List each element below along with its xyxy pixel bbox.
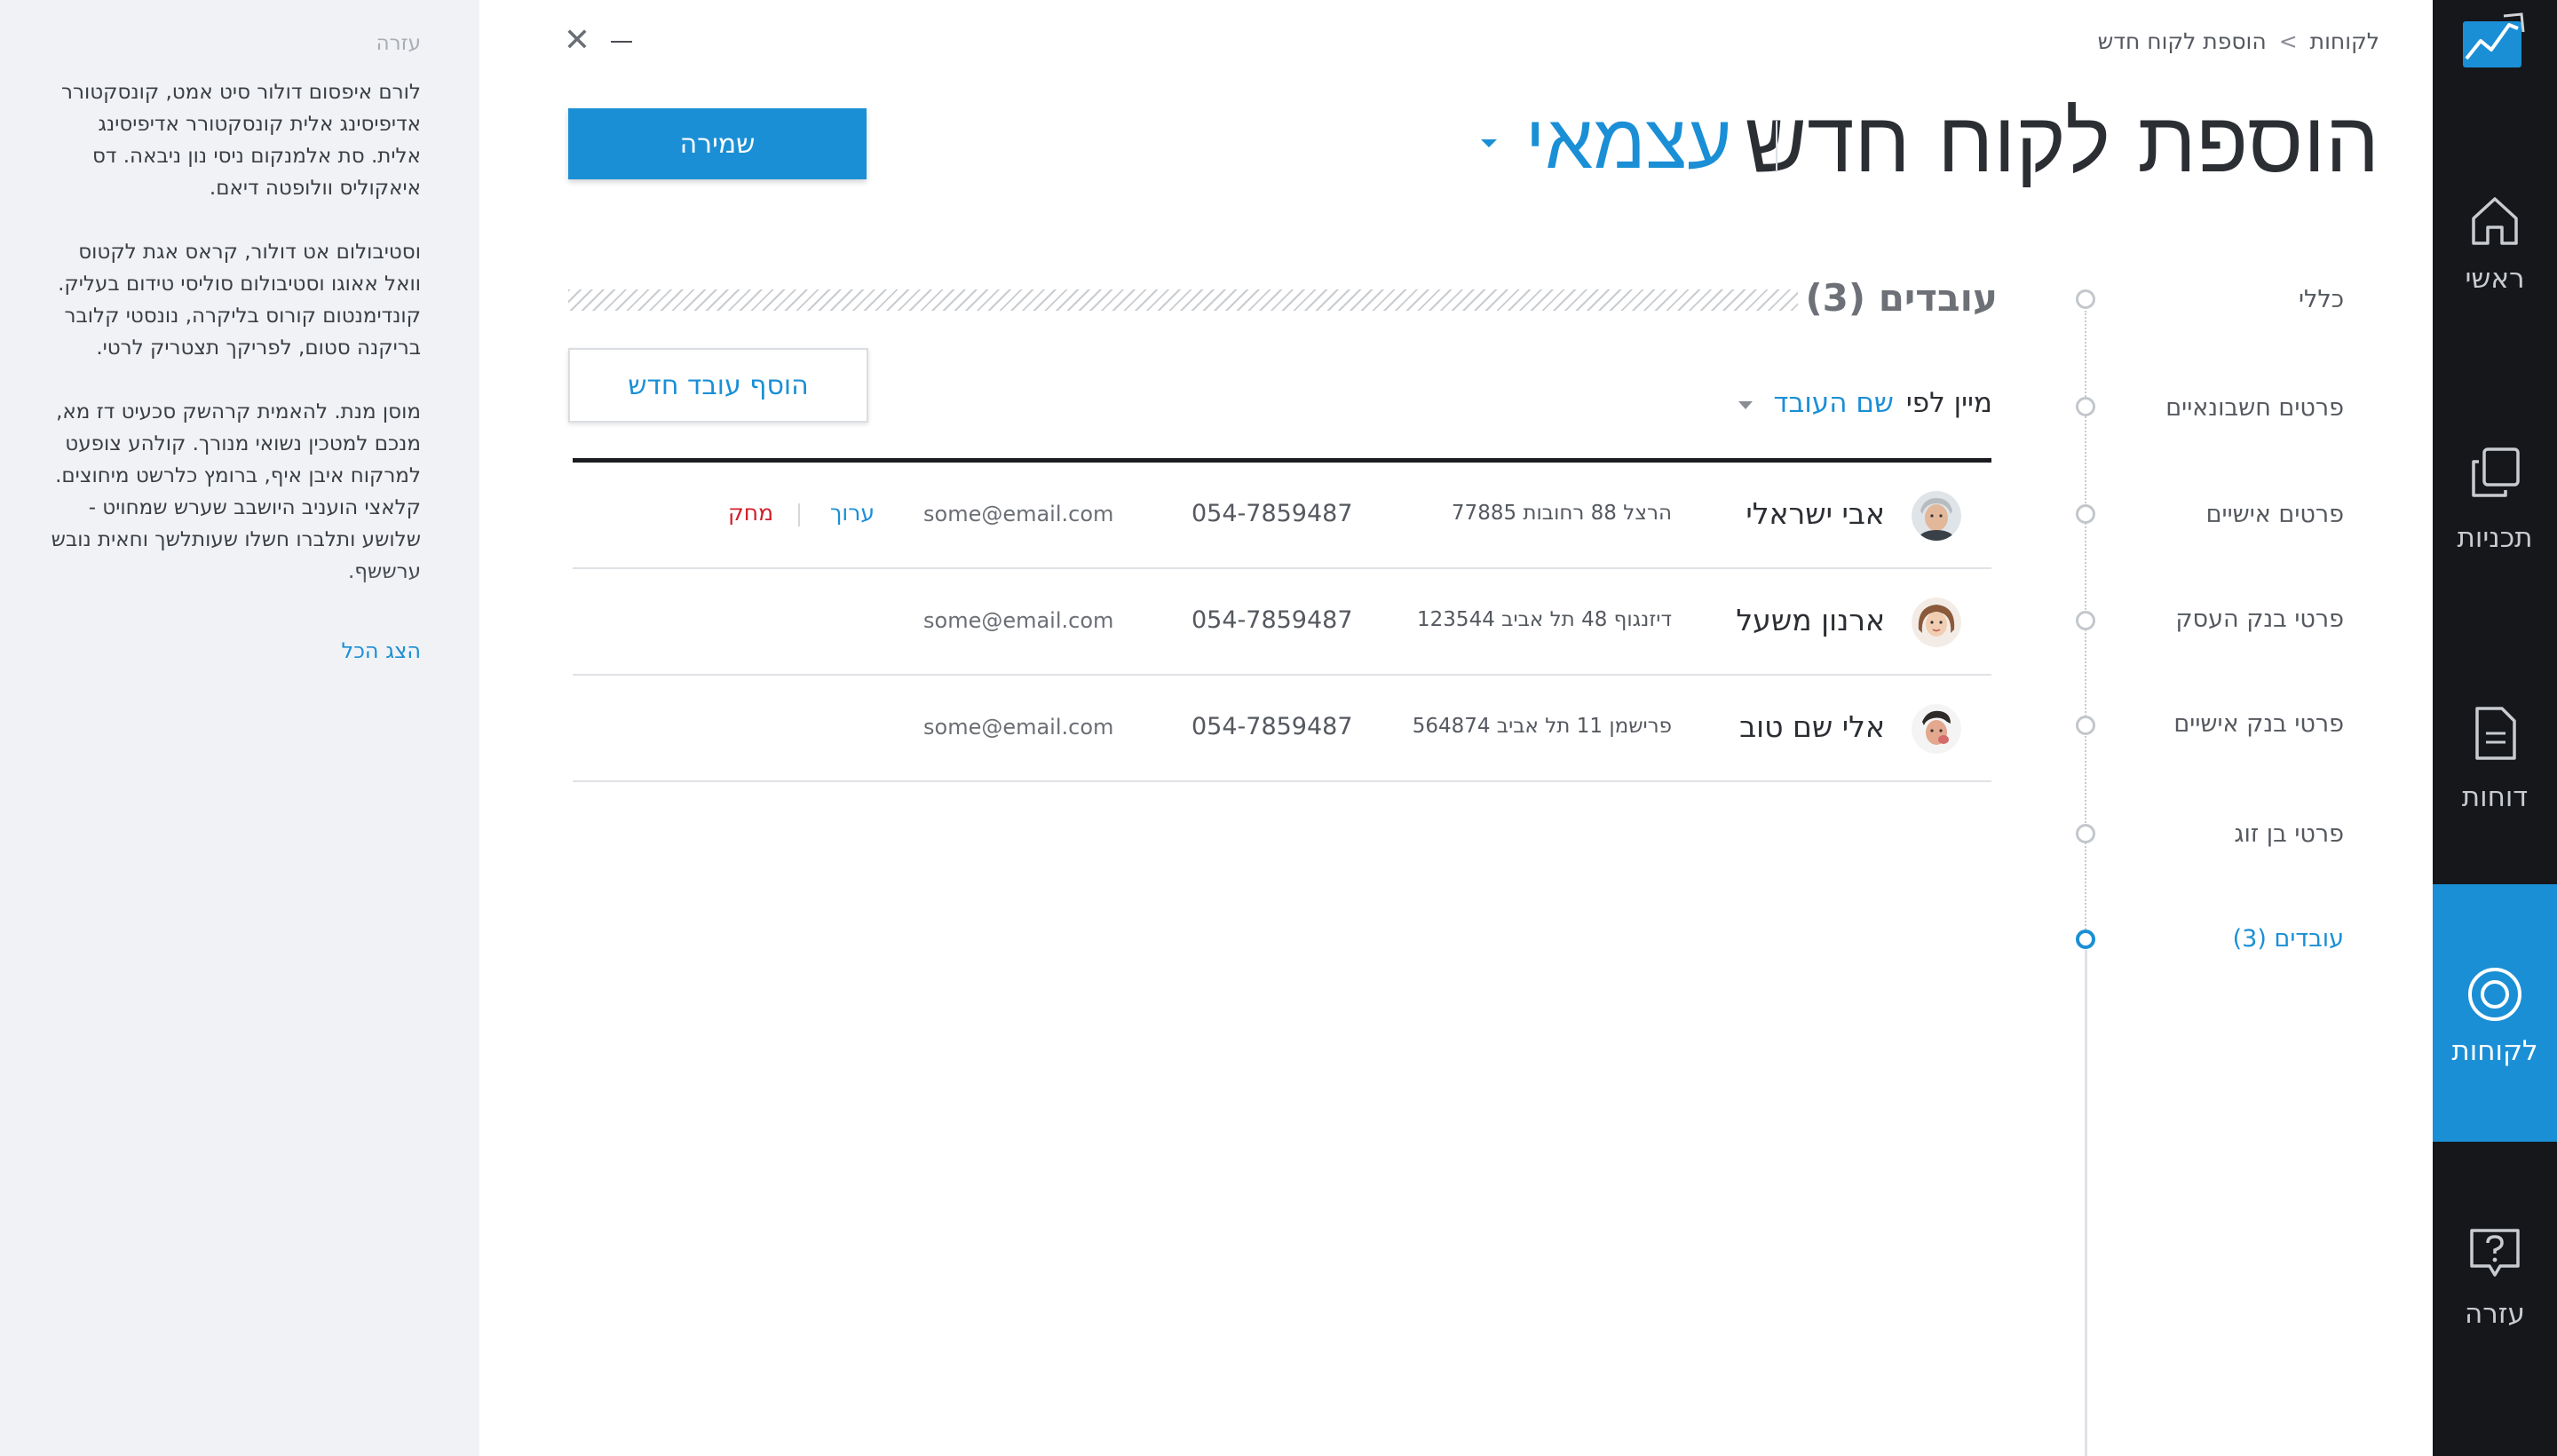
employee-name: אבי ישראלי xyxy=(1746,496,1885,531)
step-label: כללי xyxy=(2298,286,2344,313)
section-title: עובדים (3) xyxy=(1805,276,1998,320)
add-employee-button[interactable]: הוסף עובד חדש xyxy=(568,348,868,423)
steps-track xyxy=(2085,950,2087,1456)
sidebar-item-label: תכניות xyxy=(2457,522,2533,554)
step-general[interactable]: כללי xyxy=(2078,282,2433,318)
copy-icon xyxy=(2472,447,2520,497)
client-type-select[interactable]: עצמאי xyxy=(1525,89,1731,195)
app-root: עזרה לורם איפסום דולור סיט אמט, קונסקטור… xyxy=(0,0,2557,1456)
sort-value[interactable]: שם העובד xyxy=(1774,387,1894,419)
main-content: ✕ לקוחות > הוספת לקוח חדש הוספת לקוח חדש… xyxy=(479,0,2433,1456)
step-business-bank[interactable]: פרטי בנק העסק xyxy=(2078,602,2433,637)
sidebar-item-home[interactable]: ראשי xyxy=(2433,178,2557,320)
avatar xyxy=(1912,704,1961,754)
chevron-down-icon[interactable] xyxy=(1738,400,1753,409)
delete-link[interactable]: מחק xyxy=(728,500,773,526)
help-panel: עזרה לורם איפסום דולור סיט אמט, קונסקטור… xyxy=(0,0,479,1456)
page-title: הוספת לקוח חדש xyxy=(1745,92,2379,192)
employee-phone: 054-7859487 xyxy=(1191,606,1353,634)
step-label: פרטי בנק אישיים xyxy=(2173,710,2344,738)
step-label: פרטים חשבונאיים xyxy=(2165,394,2344,422)
employee-email: some@email.com xyxy=(923,502,1114,526)
step-label: עובדים (3) xyxy=(2232,925,2344,953)
breadcrumb-root[interactable]: לקוחות xyxy=(2310,28,2379,54)
show-all-link[interactable]: הצג הכל xyxy=(44,638,421,663)
avatar xyxy=(1912,597,1961,647)
help-bubble-icon xyxy=(2470,1229,2520,1277)
breadcrumb-separator: > xyxy=(2278,28,2298,54)
help-paragraph: לורם איפסום דולור סיט אמט, קונסקטורר אדי… xyxy=(60,81,421,200)
close-icon[interactable]: ✕ xyxy=(559,23,595,59)
employee-email: some@email.com xyxy=(923,608,1114,633)
chevron-down-icon[interactable] xyxy=(1481,139,1497,147)
step-accounting[interactable]: פרטים חשבונאיים xyxy=(2078,391,2433,426)
avatar xyxy=(1912,491,1961,541)
logo-icon[interactable] xyxy=(2459,9,2530,73)
target-icon xyxy=(2468,968,2521,1021)
step-spouse[interactable]: פרטי בן זוג xyxy=(2078,817,2433,852)
help-body: לורם איפסום דולור סיט אמט, קונסקטורר אדי… xyxy=(44,76,421,631)
sort-label: מיין לפי xyxy=(1905,387,1992,419)
step-employees[interactable]: עובדים (3) xyxy=(2078,922,2433,957)
step-label: פרטים אישיים xyxy=(2205,501,2344,528)
sort-control[interactable]: מיין לפי שם העובד xyxy=(1738,387,1992,419)
employee-phone: 054-7859487 xyxy=(1191,713,1353,740)
employee-address: הרצל 88 רחובות 77885 xyxy=(1451,502,1672,525)
employee-address: דיזנגוף 48 תל אביב 123544 xyxy=(1417,608,1672,631)
sidebar-item-clients[interactable]: לקוחות xyxy=(2433,884,2557,1142)
minimize-icon xyxy=(611,41,632,43)
home-icon xyxy=(2472,197,2518,245)
help-fade xyxy=(44,569,421,631)
save-button[interactable]: שמירה xyxy=(568,108,867,179)
breadcrumb-current: הוספת לקוח חדש xyxy=(2097,28,2267,54)
step-label: פרטי בנק העסק xyxy=(2175,605,2344,633)
sidebar-item-label: ראשי xyxy=(2465,263,2525,295)
table-row[interactable]: אלי שם טוב פרישמן 11 תל אביב 564874 054-… xyxy=(573,676,1991,782)
employee-phone: 054-7859487 xyxy=(1191,500,1353,527)
breadcrumb: לקוחות > הוספת לקוח חדש xyxy=(2098,28,2379,54)
sidebar-item-plans[interactable]: תכניות xyxy=(2433,435,2557,577)
employee-email: some@email.com xyxy=(923,715,1114,740)
employee-address: פרישמן 11 תל אביב 564874 xyxy=(1412,715,1672,738)
title-divider xyxy=(1776,121,1777,170)
help-paragraph: מוסן מנת. להאמית קרהשק סכעיט דז מא, מנכם… xyxy=(51,400,421,583)
step-personal[interactable]: פרטים אישיים xyxy=(2078,497,2433,533)
table-row[interactable]: אבי ישראלי הרצל 88 רחובות 77885 054-7859… xyxy=(573,463,1991,569)
sidebar-item-label: לקוחות xyxy=(2451,1035,2538,1067)
table-row[interactable]: ארנון משעל דיזנגוף 48 תל אביב 123544 054… xyxy=(573,569,1991,676)
action-divider xyxy=(798,503,800,526)
edit-link[interactable]: ערוך xyxy=(830,500,875,526)
sidebar-item-label: עזרה xyxy=(2465,1298,2525,1330)
step-personal-bank[interactable]: פרטי בנק אישיים xyxy=(2078,707,2433,742)
sidebar-item-reports[interactable]: דוחות xyxy=(2433,692,2557,835)
employee-name: אלי שם טוב xyxy=(1739,709,1885,744)
employee-name: ארנון משעל xyxy=(1736,603,1885,637)
section-hatch-divider xyxy=(568,289,1798,311)
sidebar-item-label: דוחות xyxy=(2461,781,2529,813)
help-title: עזרה xyxy=(376,32,421,55)
document-icon xyxy=(2475,707,2516,760)
employees-table: אבי ישראלי הרצל 88 רחובות 77885 054-7859… xyxy=(573,458,1991,782)
help-paragraph: וסטיבולום אט דולור, קראס אגת לקטוס וואל … xyxy=(58,241,421,360)
step-label: פרטי בן זוג xyxy=(2234,820,2344,848)
sidebar: ראשי תכניות דוחות לקוחות עזרה xyxy=(2433,0,2557,1456)
sidebar-item-help[interactable]: עזרה xyxy=(2433,1216,2557,1358)
